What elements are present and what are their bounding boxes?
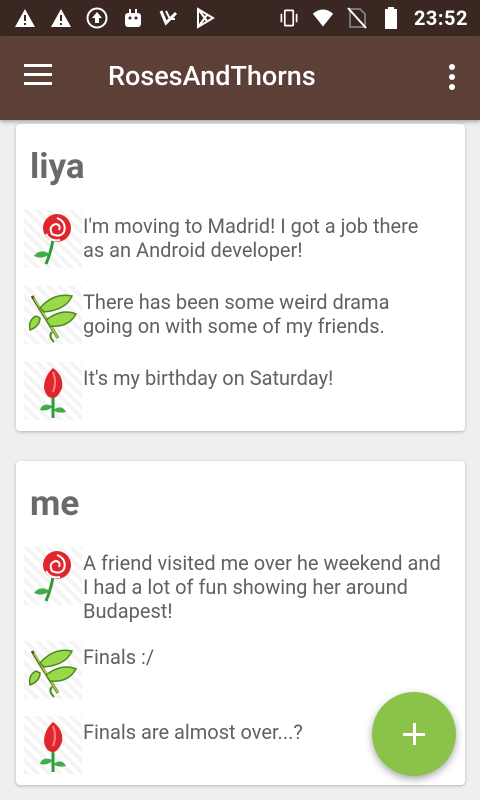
list-item[interactable]: It's my birthday on Saturday! — [24, 362, 454, 422]
play-store-icon — [194, 7, 216, 29]
entry-text: There has been some weird drama going on… — [83, 290, 390, 338]
card-title: liya — [30, 146, 85, 187]
rose-icon — [24, 547, 82, 605]
vibrate-icon — [278, 7, 300, 29]
bud-icon — [24, 716, 82, 774]
entry-text: It's my birthday on Saturday! — [83, 366, 334, 390]
upload-icon — [86, 7, 108, 29]
entry-text: Finals :/ — [83, 645, 155, 669]
list-item[interactable]: There has been some weird drama going on… — [24, 286, 454, 346]
android-icon — [122, 7, 144, 29]
rose-icon — [24, 210, 82, 268]
add-entry-button[interactable] — [372, 692, 456, 776]
hamburger-menu-icon[interactable] — [24, 64, 60, 92]
thorn-icon — [24, 641, 82, 699]
warning-icon — [14, 7, 36, 29]
thorn-icon — [24, 286, 82, 344]
list-item[interactable]: I'm moving to Madrid! I got a job there … — [24, 210, 454, 270]
status-bar: 23:52 — [0, 0, 480, 36]
list-item[interactable]: A friend visited me over he weekend and … — [24, 547, 454, 623]
download-icon — [158, 7, 180, 29]
bud-icon — [24, 362, 82, 420]
wifi-icon — [312, 7, 334, 29]
app-title: RosesAndThorns — [108, 60, 316, 92]
entry-text: A friend visited me over he weekend and … — [83, 551, 441, 623]
list-item[interactable]: Finals :/ — [24, 641, 454, 701]
warning-icon — [50, 7, 72, 29]
no-sim-icon — [346, 7, 368, 29]
status-time: 23:52 — [413, 6, 468, 30]
app-toolbar: RosesAndThorns — [0, 36, 480, 120]
entry-card[interactable]: liya I'm moving to Madrid! I got a job t… — [16, 124, 465, 431]
more-vert-icon[interactable] — [444, 64, 460, 94]
card-title: me — [30, 483, 80, 524]
entry-text: I'm moving to Madrid! I got a job there … — [83, 214, 419, 262]
battery-icon — [380, 7, 402, 29]
